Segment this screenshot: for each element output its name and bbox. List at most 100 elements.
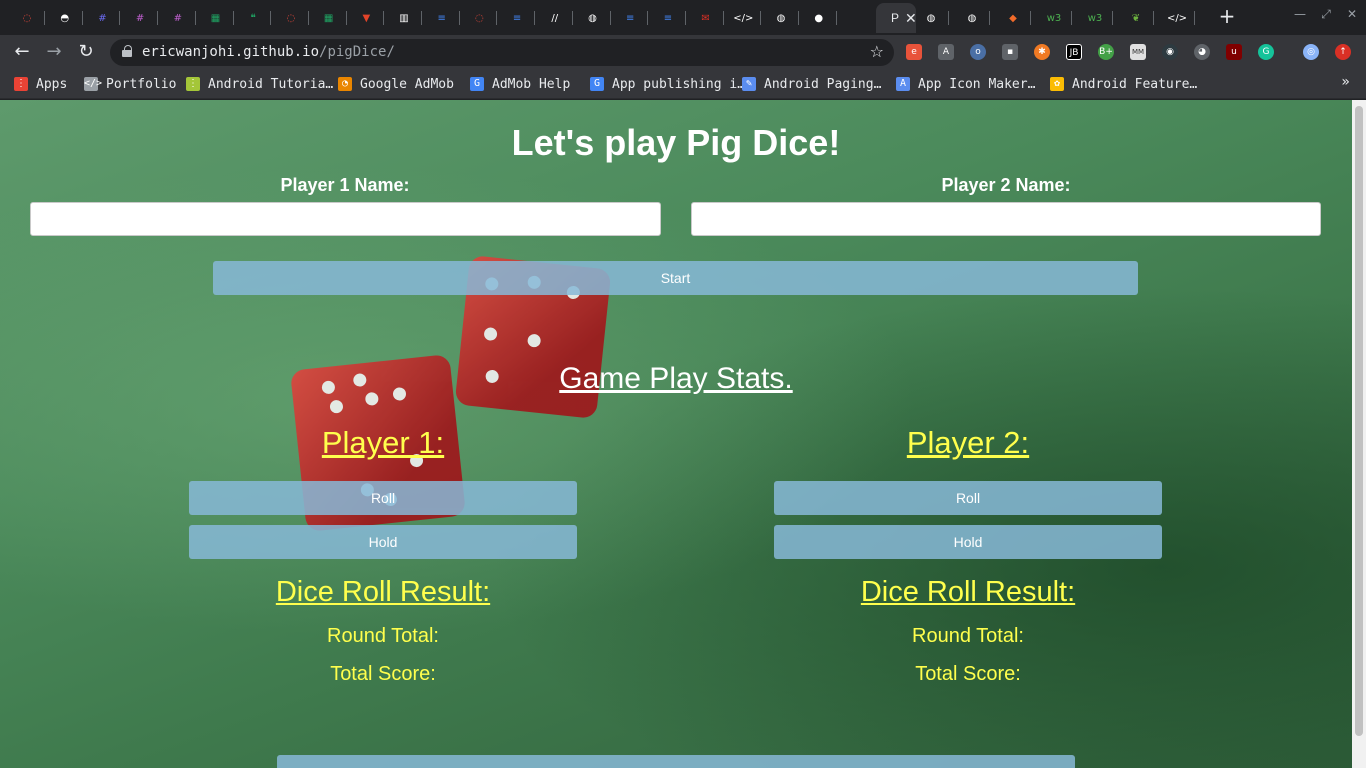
tab-19[interactable]: </> <box>724 5 762 31</box>
extension-circle-icon[interactable]: ◉ <box>1162 44 1178 60</box>
tab-7[interactable]: ◌ <box>272 5 309 31</box>
bookmark-item[interactable]: ◔ Google AdMob <box>338 75 454 93</box>
leaf-icon: ❦ <box>1131 12 1141 24</box>
tab-15[interactable]: ◍ <box>574 5 611 31</box>
more-bookmarks-icon[interactable]: » <box>1341 74 1350 90</box>
bookmark-item[interactable]: ⋮ Apps <box>14 75 67 93</box>
tab-active[interactable]: P ✕ <box>876 3 917 33</box>
tab-0[interactable]: ◌ <box>8 5 45 31</box>
tab-6[interactable]: ❝ <box>234 5 272 31</box>
new-tab-button[interactable]: + <box>1216 5 1238 27</box>
bookmark-icon: ✎ <box>742 77 756 91</box>
tab-12[interactable]: ◌ <box>460 5 498 31</box>
tab-2[interactable]: # <box>83 5 121 31</box>
extension-a-icon[interactable]: A <box>938 44 954 60</box>
tab-10[interactable]: ▥ <box>385 5 422 31</box>
game-play-stats-heading: Game Play Stats. <box>559 362 793 395</box>
player2-name-label: Player 2 Name: <box>941 175 1071 195</box>
tab-21[interactable]: ● <box>800 5 837 31</box>
tab-after-4[interactable]: w3 <box>1076 5 1113 31</box>
google-icon: G <box>470 77 484 91</box>
extension-lock-icon[interactable]: ▪ <box>1002 44 1018 60</box>
update-icon[interactable]: ↑ <box>1335 44 1351 60</box>
extension-jb-icon[interactable]: JB <box>1066 44 1082 60</box>
tab-1[interactable]: ◓ <box>46 5 83 31</box>
restore-icon[interactable]: ⤢ <box>1318 7 1334 23</box>
lock-icon[interactable] <box>122 45 132 57</box>
tab-13[interactable]: ≡ <box>498 5 536 31</box>
admob-icon: ◔ <box>338 77 352 91</box>
tab-9[interactable]: ▼ <box>347 5 385 31</box>
extension-bplus-icon[interactable]: B+ <box>1098 44 1114 60</box>
bookmark-item[interactable]: G App publishing i… <box>590 75 745 93</box>
tab-17[interactable]: ≡ <box>649 5 686 31</box>
slack-icon: # <box>135 12 145 24</box>
player1-name-input[interactable] <box>30 202 661 236</box>
bottom-button[interactable] <box>277 755 1075 768</box>
minimize-icon[interactable]: — <box>1292 7 1308 23</box>
bookmark-star-icon[interactable]: ☆ <box>870 42 884 61</box>
extension-grammarly-icon[interactable]: G <box>1258 44 1274 60</box>
extension-e-icon[interactable]: e <box>906 44 922 60</box>
circle-dots-icon: ◌ <box>475 12 484 24</box>
player2-name-input[interactable] <box>691 202 1321 236</box>
player1-roll-button[interactable]: Roll <box>189 481 577 515</box>
tab-after-6[interactable]: </> <box>1158 5 1195 31</box>
tab-18[interactable]: ✉ <box>687 5 724 31</box>
player2-roll-button[interactable]: Roll <box>774 481 1162 515</box>
player1-heading: Player 1: <box>321 425 445 460</box>
player1-name-label: Player 1 Name: <box>280 175 410 195</box>
bookmark-item[interactable]: </> Portfolio <box>84 75 176 93</box>
reload-icon[interactable]: ↻ <box>74 40 98 64</box>
bookmark-item[interactable]: ✿ Android Feature… <box>1050 75 1197 93</box>
player2-hold-button[interactable]: Hold <box>774 525 1162 559</box>
profile-avatar-icon[interactable]: ◎ <box>1303 44 1319 60</box>
hangouts-icon: ❝ <box>250 12 256 24</box>
player1-hold-button[interactable]: Hold <box>189 525 577 559</box>
extension-mm-icon[interactable]: MM <box>1130 44 1146 60</box>
address-bar[interactable]: ericwanjohi.github.io/pigDice/ ☆ <box>110 39 894 66</box>
bookmark-item[interactable]: G AdMob Help <box>470 75 570 93</box>
start-button[interactable]: Start <box>213 261 1138 295</box>
google-icon: G <box>590 77 604 91</box>
url-text[interactable]: ericwanjohi.github.io/pigDice/ <box>142 44 395 60</box>
tab-8[interactable]: ▦ <box>310 5 347 31</box>
bookmark-item[interactable]: ✎ Android Paging… <box>742 75 881 93</box>
tab-16[interactable]: ≡ <box>611 5 649 31</box>
tab-after-0[interactable]: ◍ <box>912 5 949 31</box>
docs-icon: ≡ <box>437 12 446 24</box>
extension-ublock-icon[interactable]: u <box>1226 44 1242 60</box>
extension-o-icon[interactable]: o <box>970 44 986 60</box>
bookmark-label: App Icon Maker… <box>918 76 1036 92</box>
bookmark-label: Apps <box>36 76 68 92</box>
tab-after-3[interactable]: w3 <box>1035 5 1072 31</box>
player2-total-score: Total Score: <box>915 663 1021 685</box>
tab-4[interactable]: # <box>159 5 196 31</box>
tab-5[interactable]: ▦ <box>197 5 234 31</box>
extension-spy-icon[interactable]: ◕ <box>1194 44 1210 60</box>
tab-11[interactable]: ≡ <box>423 5 460 31</box>
github-icon: ● <box>814 12 824 24</box>
forward-icon[interactable]: → <box>42 40 66 64</box>
helmet-icon: ◓ <box>60 12 70 24</box>
player2-heading: Player 2: <box>906 425 1030 460</box>
player1-dice-roll-result: Dice Roll Result: <box>275 576 491 608</box>
tab-20[interactable]: ◍ <box>762 5 799 31</box>
extension-orange-icon[interactable]: ✱ <box>1034 44 1050 60</box>
bookmark-item[interactable]: ⋮ Android Tutoria… <box>186 75 333 93</box>
bookmarks-bar: ⋮ Apps </> Portfolio ⋮ Android Tutoria… ◔ Googl… <box>0 69 1366 99</box>
browser-toolbar: ← → ↻ ericwanjohi.github.io/pigDice/ ☆ e… <box>0 35 1366 69</box>
tab-after-5[interactable]: ❦ <box>1117 5 1154 31</box>
tab-after-1[interactable]: ◍ <box>953 5 990 31</box>
page-scrollbar[interactable] <box>1352 100 1366 768</box>
tab-14[interactable]: // <box>536 5 573 31</box>
back-icon[interactable]: ← <box>10 40 34 64</box>
tab-after-2[interactable]: ◆ <box>994 5 1031 31</box>
bookmark-item[interactable]: A App Icon Maker… <box>896 75 1035 93</box>
close-window-icon[interactable]: ✕ <box>1344 7 1360 23</box>
bookmark-label: AdMob Help <box>492 76 571 92</box>
scrollbar-thumb[interactable] <box>1355 106 1363 736</box>
tab-3[interactable]: # <box>121 5 159 31</box>
url-host: ericwanjohi.github.io <box>142 44 320 60</box>
globe-icon: ◍ <box>588 12 597 24</box>
